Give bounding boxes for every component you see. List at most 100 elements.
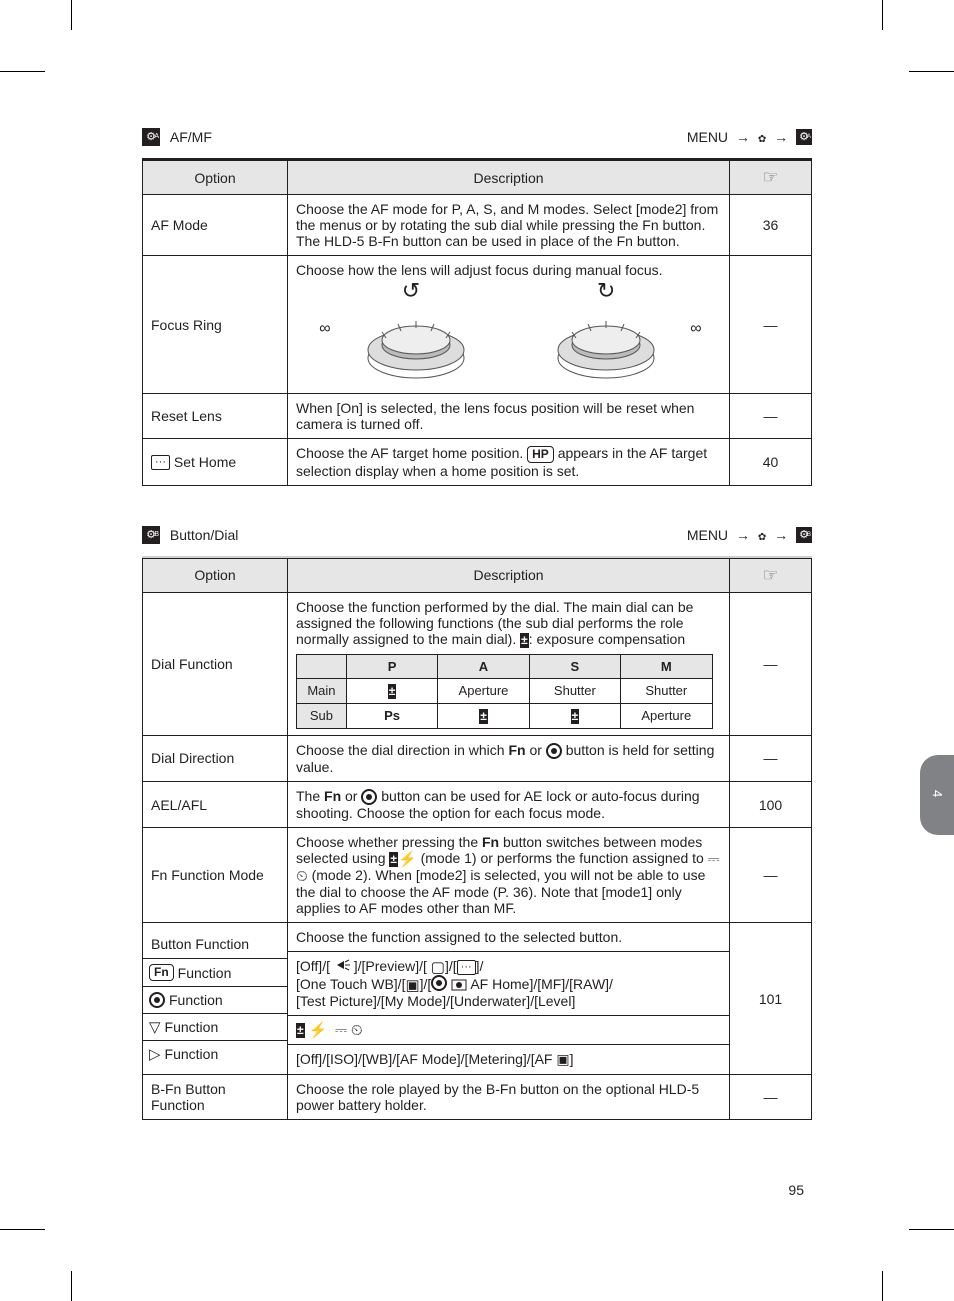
section-a: ⚙A AF/MF MENU ⚙A Option Description xyxy=(142,128,812,486)
af-illuminator-icon xyxy=(334,959,350,971)
side-tab: 4 xyxy=(920,755,954,835)
ref-af-mode: 36 xyxy=(730,195,812,256)
camera-dial-illustration xyxy=(356,310,466,380)
table-row: B-Fn Button Function Choose the role pla… xyxy=(143,1075,812,1120)
menu-b-icon: ⚙B xyxy=(142,526,160,544)
rec-icon xyxy=(431,975,447,991)
flash-icon xyxy=(308,1023,327,1038)
col-description: Description xyxy=(288,161,730,195)
opt-af-mode: AF Mode xyxy=(143,195,288,256)
gear-icon xyxy=(758,527,766,543)
infinity-icon: ∞ xyxy=(690,320,701,338)
button-function-title: Button Function xyxy=(143,930,287,959)
col-option: Option xyxy=(143,161,288,195)
section-a-path: MENU ⚙A xyxy=(683,128,812,145)
desc-reset-lens: When [On] is selected, the lens focus po… xyxy=(288,394,730,439)
table-row: AF Mode Choose the AF mode for P, A, S, … xyxy=(143,195,812,256)
down-choices: ± xyxy=(288,1016,729,1046)
rec-function-label: Function xyxy=(169,992,223,1008)
desc-set-home: Choose the AF target home position. HP a… xyxy=(288,439,730,486)
sequential-icon xyxy=(708,852,720,867)
rotate-ccw-icon: ↺ xyxy=(315,278,506,304)
ev-icon: ± xyxy=(389,852,398,867)
pasm-table: P A S M Main ± xyxy=(296,654,713,729)
menu-a-icon: ⚙A xyxy=(796,129,812,145)
table-row: AEL/AFL The Fn or button can be used for… xyxy=(143,782,812,828)
button-function-intro: Choose the function assigned to the sele… xyxy=(288,923,729,952)
cell: Aperture xyxy=(438,678,529,703)
section-a-title: AF/MF xyxy=(170,129,212,145)
right-choices: [Off]/[ISO]/[WB]/[AF Mode]/[Metering]/[A… xyxy=(288,1045,729,1074)
ev-icon: ± xyxy=(388,684,397,699)
col-ref xyxy=(730,558,812,592)
crop-mark xyxy=(909,1229,954,1230)
opt-fn-mode: Fn Function Mode xyxy=(143,828,288,923)
fn-function-label: Function xyxy=(178,965,232,981)
ref-focus-ring: — xyxy=(730,256,812,394)
page-number: 95 xyxy=(788,1182,804,1198)
ev-icon: ± xyxy=(520,633,529,648)
table-a: Option Description AF Mode Choose the AF… xyxy=(142,160,812,486)
cell: Aperture xyxy=(621,703,712,728)
desc-button-function: Choose the function assigned to the sele… xyxy=(288,922,730,1074)
col-s: S xyxy=(529,654,620,678)
opt-button-function: Button Function Fn Function Function xyxy=(143,922,288,1074)
opt-bfn: B-Fn Button Function xyxy=(143,1075,288,1120)
infinity-icon: ∞ xyxy=(319,320,330,338)
af-off-icon xyxy=(451,979,467,991)
camera-dial-illustration xyxy=(551,310,661,380)
section-b: ⚙B Button/Dial MENU ⚙B Option Descriptio… xyxy=(142,526,812,1121)
hand-icon xyxy=(762,568,778,584)
hp-icon: HP xyxy=(527,446,554,463)
ev-icon: ± xyxy=(296,1023,305,1038)
opt-reset-lens: Reset Lens xyxy=(143,394,288,439)
arrow-icon xyxy=(774,129,788,145)
menu-b-icon: ⚙B xyxy=(796,527,812,543)
timer-icon xyxy=(351,1023,363,1038)
cell: Shutter xyxy=(529,678,620,703)
rec-icon xyxy=(149,992,165,1008)
col-m: M xyxy=(621,654,712,678)
hand-icon xyxy=(762,170,778,186)
desc-af-mode: Choose the AF mode for P, A, S, and M mo… xyxy=(288,195,730,256)
menu-label: MENU xyxy=(687,129,728,145)
rotate-cw-icon: ↻ xyxy=(510,278,701,304)
arrow-icon xyxy=(736,527,750,543)
desc-dial-direction: Choose the dial direction in which Fn or… xyxy=(288,735,730,781)
crop-mark xyxy=(882,0,883,30)
ref: 100 xyxy=(730,782,812,828)
desc-dial-function: Choose the function performed by the dia… xyxy=(288,592,730,735)
down-function-label: Function xyxy=(165,1019,219,1035)
crop-mark xyxy=(71,1271,72,1301)
desc-bfn: Choose the role played by the B-Fn butto… xyxy=(288,1075,730,1120)
ref-reset-lens: — xyxy=(730,394,812,439)
ref: — xyxy=(730,1075,812,1120)
col-ref xyxy=(730,161,812,195)
desc-focus-ring: Choose how the lens will adjust focus du… xyxy=(288,256,730,394)
ev-icon: ± xyxy=(479,709,488,724)
fn-key-icon: Fn xyxy=(149,964,174,981)
liveview-icon xyxy=(431,960,445,975)
row-main: Main xyxy=(297,678,347,703)
arrow-icon xyxy=(774,527,788,543)
table-row: Dial Function Choose the function perfor… xyxy=(143,592,812,735)
opt-dial-function: Dial Function xyxy=(143,592,288,735)
table-row: Reset Lens When [On] is selected, the le… xyxy=(143,394,812,439)
ref: 101 xyxy=(730,922,812,1074)
set-home-label: Set Home xyxy=(174,454,236,470)
down-key-icon xyxy=(149,1020,161,1035)
crop-mark xyxy=(71,0,72,30)
table-row: Fn Function Mode Choose whether pressing… xyxy=(143,828,812,923)
crop-mark xyxy=(0,71,45,72)
focus-ring-text: Choose how the lens will adjust focus du… xyxy=(296,262,721,278)
section-b-path: MENU ⚙B xyxy=(683,526,812,543)
right-key-icon xyxy=(149,1047,161,1062)
af-target-icon: ··· xyxy=(151,455,170,470)
table-row: Dial Direction Choose the dial direction… xyxy=(143,735,812,781)
spot-icon xyxy=(405,978,419,993)
opt-focus-ring: Focus Ring xyxy=(143,256,288,394)
table-row: ··· Set Home Choose the AF target home p… xyxy=(143,439,812,486)
sequential-icon xyxy=(335,1023,347,1038)
col-description: Description xyxy=(288,558,730,592)
crop-mark xyxy=(0,1229,45,1230)
